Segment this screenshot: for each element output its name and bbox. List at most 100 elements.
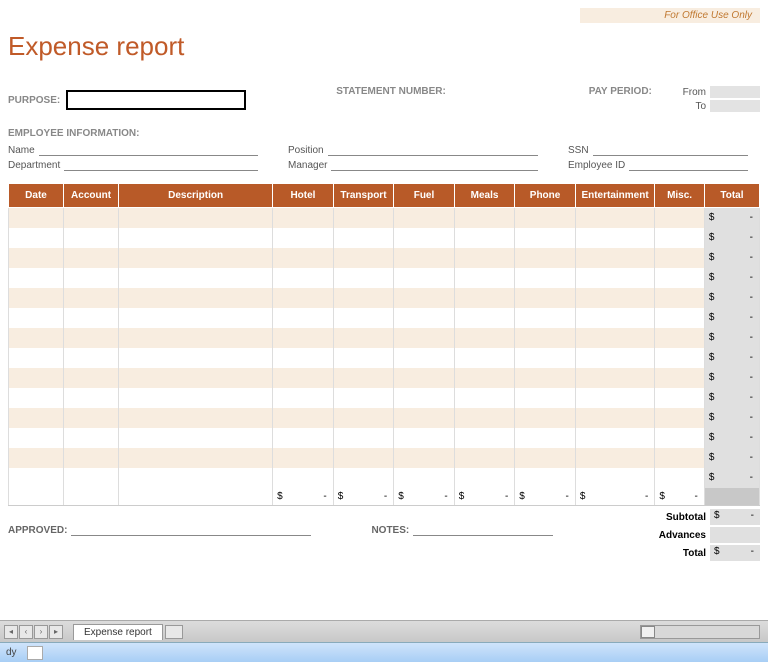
- tab-new-icon[interactable]: [165, 625, 183, 639]
- cell[interactable]: [9, 228, 64, 248]
- tab-expense-report[interactable]: Expense report: [73, 624, 163, 640]
- cell[interactable]: [655, 428, 705, 448]
- tab-last-icon[interactable]: ▸: [49, 625, 63, 639]
- cell[interactable]: [575, 228, 655, 248]
- cell[interactable]: [454, 268, 515, 288]
- cell[interactable]: [515, 388, 576, 408]
- cell[interactable]: [454, 248, 515, 268]
- cell[interactable]: [9, 328, 64, 348]
- name-input[interactable]: [39, 144, 258, 156]
- ssn-input[interactable]: [593, 144, 748, 156]
- cell[interactable]: [655, 268, 705, 288]
- cell[interactable]: [394, 468, 455, 488]
- cell[interactable]: [655, 328, 705, 348]
- cell[interactable]: [119, 408, 273, 428]
- cell[interactable]: [64, 208, 119, 228]
- table-row[interactable]: $-: [9, 328, 760, 348]
- cell[interactable]: [333, 428, 394, 448]
- tab-first-icon[interactable]: ◂: [4, 625, 18, 639]
- notes-input[interactable]: [413, 522, 553, 536]
- cell[interactable]: [119, 248, 273, 268]
- cell[interactable]: [273, 448, 334, 468]
- cell[interactable]: [273, 368, 334, 388]
- cell[interactable]: [454, 348, 515, 368]
- cell[interactable]: [273, 248, 334, 268]
- cell[interactable]: [64, 408, 119, 428]
- cell[interactable]: [333, 228, 394, 248]
- cell[interactable]: [273, 328, 334, 348]
- cell[interactable]: [333, 288, 394, 308]
- cell[interactable]: [273, 228, 334, 248]
- cell[interactable]: [655, 408, 705, 428]
- table-row[interactable]: $-: [9, 268, 760, 288]
- cell[interactable]: [575, 448, 655, 468]
- cell[interactable]: [119, 348, 273, 368]
- to-input[interactable]: [710, 100, 760, 112]
- cell[interactable]: [273, 308, 334, 328]
- cell[interactable]: [64, 288, 119, 308]
- cell[interactable]: [454, 388, 515, 408]
- cell[interactable]: [515, 328, 576, 348]
- cell[interactable]: [575, 208, 655, 228]
- position-input[interactable]: [328, 144, 538, 156]
- cell[interactable]: [119, 308, 273, 328]
- cell[interactable]: [394, 208, 455, 228]
- cell[interactable]: [515, 228, 576, 248]
- cell[interactable]: [333, 248, 394, 268]
- cell[interactable]: [119, 208, 273, 228]
- horizontal-scrollbar[interactable]: [640, 625, 760, 639]
- table-row[interactable]: $-: [9, 228, 760, 248]
- cell[interactable]: [273, 348, 334, 368]
- cell[interactable]: [454, 308, 515, 328]
- cell[interactable]: [394, 228, 455, 248]
- cell[interactable]: [333, 268, 394, 288]
- cell[interactable]: [333, 308, 394, 328]
- cell[interactable]: [333, 448, 394, 468]
- cell[interactable]: [64, 388, 119, 408]
- cell[interactable]: [333, 468, 394, 488]
- cell[interactable]: [119, 328, 273, 348]
- cell[interactable]: [655, 308, 705, 328]
- cell[interactable]: [394, 308, 455, 328]
- table-row[interactable]: $-: [9, 468, 760, 488]
- cell[interactable]: [575, 288, 655, 308]
- cell[interactable]: [655, 208, 705, 228]
- cell[interactable]: [333, 348, 394, 368]
- cell[interactable]: [394, 248, 455, 268]
- cell[interactable]: [655, 348, 705, 368]
- cell[interactable]: [9, 348, 64, 368]
- cell[interactable]: [454, 328, 515, 348]
- cell[interactable]: [515, 248, 576, 268]
- cell[interactable]: [394, 428, 455, 448]
- cell[interactable]: [515, 288, 576, 308]
- tab-prev-icon[interactable]: ‹: [19, 625, 33, 639]
- table-row[interactable]: $-: [9, 208, 760, 228]
- cell[interactable]: [655, 288, 705, 308]
- cell[interactable]: [394, 288, 455, 308]
- cell[interactable]: [394, 328, 455, 348]
- cell[interactable]: [64, 228, 119, 248]
- cell[interactable]: [394, 268, 455, 288]
- cell[interactable]: [119, 288, 273, 308]
- tab-next-icon[interactable]: ›: [34, 625, 48, 639]
- cell[interactable]: [119, 428, 273, 448]
- cell[interactable]: [575, 248, 655, 268]
- department-input[interactable]: [64, 159, 258, 171]
- cell[interactable]: [454, 428, 515, 448]
- approved-input[interactable]: [71, 522, 311, 536]
- cell[interactable]: [64, 428, 119, 448]
- cell[interactable]: [273, 208, 334, 228]
- cell[interactable]: [515, 468, 576, 488]
- cell[interactable]: [655, 248, 705, 268]
- cell[interactable]: [454, 208, 515, 228]
- cell[interactable]: [515, 428, 576, 448]
- cell[interactable]: [394, 408, 455, 428]
- cell[interactable]: [9, 308, 64, 328]
- cell[interactable]: [575, 348, 655, 368]
- cell[interactable]: [515, 368, 576, 388]
- cell[interactable]: [515, 408, 576, 428]
- table-row[interactable]: $-: [9, 428, 760, 448]
- cell[interactable]: [333, 368, 394, 388]
- cell[interactable]: [454, 288, 515, 308]
- cell[interactable]: [64, 328, 119, 348]
